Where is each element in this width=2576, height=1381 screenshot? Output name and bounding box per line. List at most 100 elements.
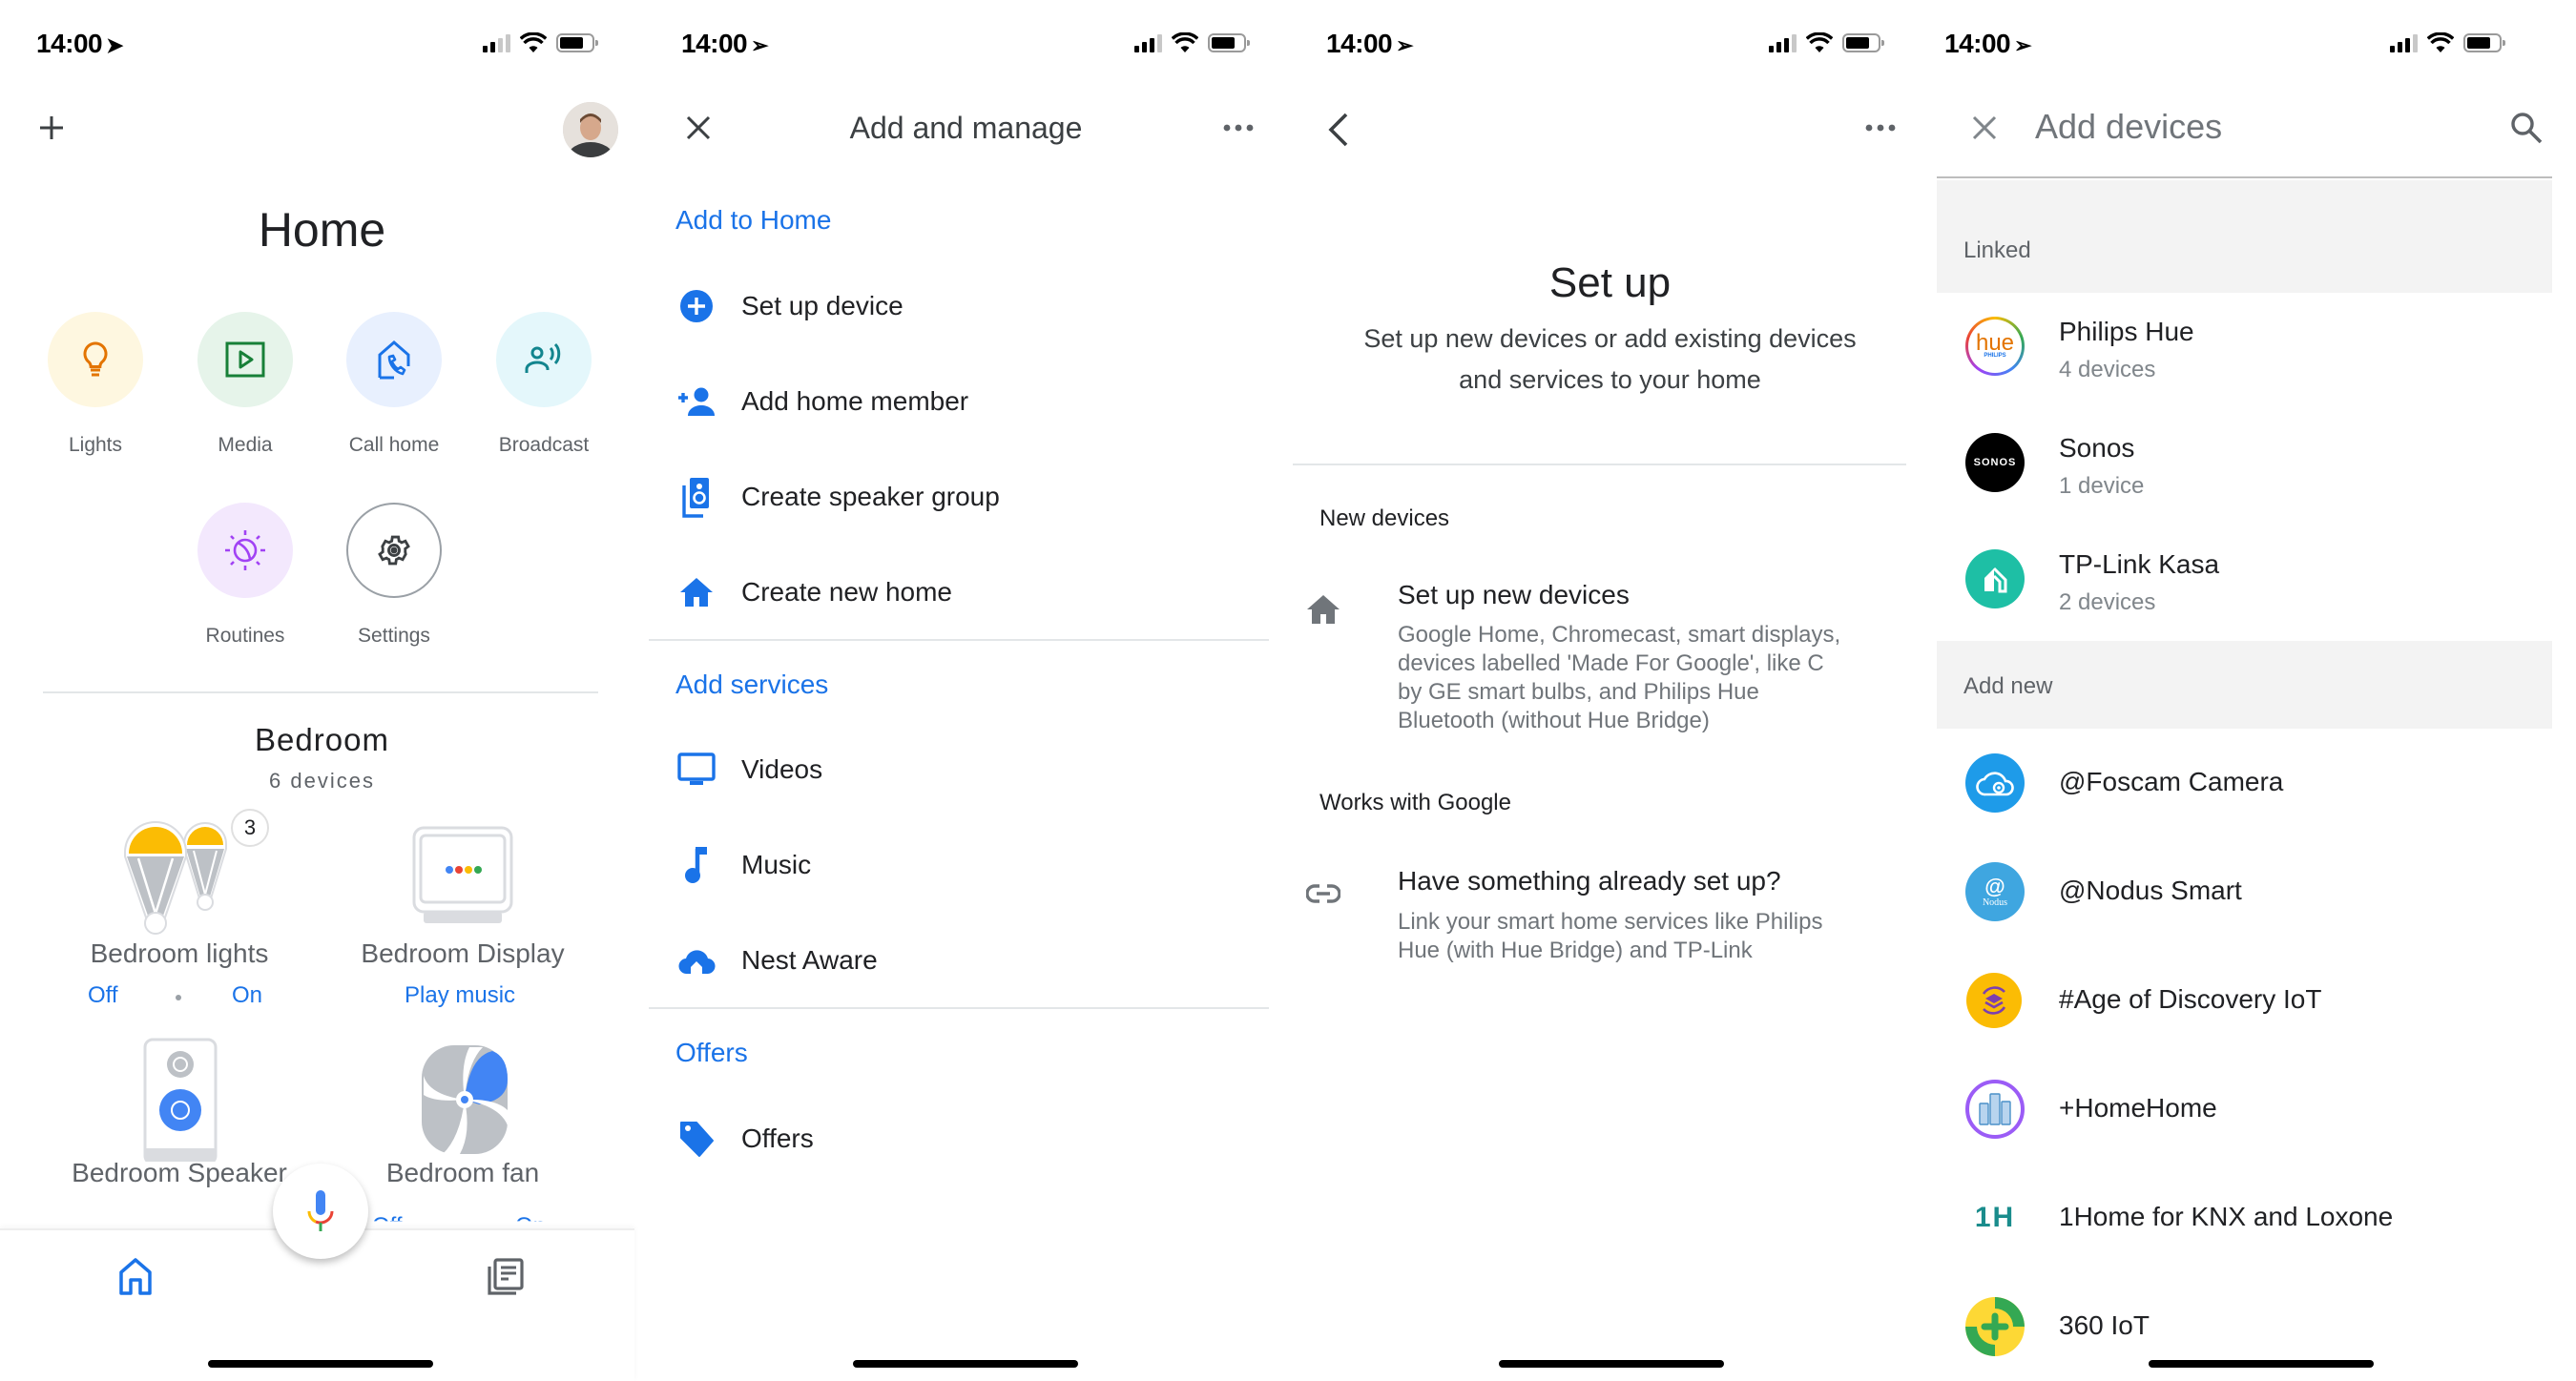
quick-action-call-home[interactable]: Call home	[346, 312, 442, 457]
nest-aware-icon	[678, 950, 716, 975]
link-existing-item[interactable]: Have something already set up? Link your…	[1293, 858, 1927, 973]
home-indicator	[208, 1360, 433, 1368]
battery-icon	[556, 33, 598, 52]
age-of-discovery-logo	[1966, 973, 2022, 1028]
divider	[649, 1007, 1269, 1009]
wifi-icon	[1806, 32, 1833, 52]
status-time: 14:00 ➤	[36, 29, 124, 58]
menu-item-music[interactable]: Music	[649, 832, 1288, 898]
more-options-button[interactable]	[1221, 120, 1256, 135]
device-label: Bedroom Display	[361, 938, 565, 968]
service-device-count: 1 device	[2059, 473, 2145, 499]
service-name: #Age of Discovery IoT	[2059, 984, 2322, 1014]
device-bedroom-display[interactable]: Bedroom Display	[320, 811, 606, 969]
fan-icon	[422, 1045, 508, 1154]
service-device-count: 2 devices	[2059, 589, 2156, 615]
lights-on-button[interactable]: On	[232, 982, 262, 1009]
section-header-add-to-home: Add to Home	[675, 205, 832, 235]
signal-icon	[1134, 33, 1162, 52]
service-age-of-discovery-iot[interactable]: #Age of Discovery IoT	[1937, 969, 2576, 1055]
menu-item-add-home-member[interactable]: Add home member	[649, 368, 1288, 435]
menu-item-label: Set up device	[741, 291, 904, 320]
music-note-icon	[685, 847, 707, 883]
section-header-linked: Linked	[1937, 180, 2552, 293]
quick-action-label: Routines	[205, 625, 285, 647]
linked-service-philips-hue[interactable]: hue PHILIPS Philips Hue 4 devices	[1937, 305, 2576, 410]
menu-item-offers[interactable]: Offers	[649, 1105, 1288, 1172]
add-button[interactable]	[34, 111, 69, 145]
screen-title: Add devices	[2035, 107, 2223, 146]
status-icons	[1769, 32, 1884, 53]
item-desc-line: Hue (with Hue Bridge) and TP-Link	[1398, 938, 1753, 963]
menu-item-create-speaker-group[interactable]: Create speaker group	[649, 464, 1288, 530]
device-bedroom-fan[interactable]: Bedroom fan	[320, 1038, 606, 1188]
device-label: Bedroom lights	[90, 938, 269, 968]
play-music-button[interactable]: Play music	[405, 982, 515, 1009]
lights-off-button[interactable]: Off	[88, 982, 118, 1009]
service-name: TP-Link Kasa	[2059, 549, 2220, 579]
menu-item-label: Create speaker group	[741, 482, 1000, 511]
plus-icon	[40, 116, 63, 139]
set-up-new-devices-item[interactable]: Set up new devices Google Home, Chromeca…	[1293, 572, 1927, 744]
page-title: Set up	[1548, 259, 1672, 306]
menu-item-create-new-home[interactable]: Create new home	[649, 559, 1288, 626]
nodus-logo: @ Nodus	[1965, 862, 2025, 921]
broadcast-icon	[525, 342, 561, 373]
section-header-offers: Offers	[675, 1038, 748, 1067]
item-desc-line: Bluetooth (without Hue Bridge)	[1398, 708, 1710, 733]
menu-item-nest-aware[interactable]: Nest Aware	[649, 927, 1288, 994]
device-bedroom-lights[interactable]: 3 Bedroom lights	[36, 809, 322, 969]
quick-action-settings[interactable]: Settings	[346, 503, 442, 648]
section-header-works-with-google: Works with Google	[1319, 790, 1511, 815]
signal-icon	[483, 33, 510, 52]
call-home-icon	[378, 340, 410, 380]
quick-action-broadcast[interactable]: Broadcast	[496, 312, 592, 457]
tag-icon	[680, 1122, 714, 1157]
service-name: 1Home for KNX and Loxone	[2059, 1202, 2394, 1231]
device-label: Bedroom fan	[385, 1158, 540, 1187]
section-header-add-new: Add new	[1937, 641, 2552, 729]
menu-item-set-up-device[interactable]: Set up device	[649, 273, 1288, 340]
menu-item-videos[interactable]: Videos	[649, 736, 1288, 803]
more-horizontal-icon	[1865, 124, 1896, 132]
service-name: Philips Hue	[2059, 317, 2194, 346]
linked-service-sonos[interactable]: SONOS Sonos 1 device	[1937, 422, 2576, 526]
feed-tab[interactable]	[487, 1257, 525, 1297]
item-desc-line: devices labelled 'Made For Google', like…	[1398, 650, 1824, 676]
screen-title: Add and manage	[849, 111, 1083, 145]
page-subtitle-line1: Set up new devices or add existing devic…	[1363, 324, 1857, 353]
location-arrow-icon: ➢	[1396, 33, 1414, 57]
service-homehome[interactable]: +HomeHome	[1937, 1078, 2576, 1164]
more-options-button[interactable]	[1863, 120, 1898, 135]
set-up-screen: 14:00 ➢ Set up Set up new devices or add …	[1293, 0, 1934, 1381]
service-360-iot[interactable]: 360 IoT	[1937, 1295, 2576, 1381]
search-icon	[2511, 113, 2543, 144]
close-button[interactable]	[1971, 114, 1998, 141]
divider	[1293, 464, 1906, 465]
item-title: Set up new devices	[1398, 580, 1630, 609]
page-title: Home	[258, 203, 386, 257]
divider	[649, 639, 1269, 641]
service-1home-knx-loxone[interactable]: 1H 1Home for KNX and Loxone	[1937, 1186, 2576, 1272]
avatar[interactable]	[563, 102, 618, 157]
device-badge: 3	[231, 809, 269, 847]
service-foscam-camera[interactable]: @Foscam Camera	[1937, 752, 2576, 837]
voice-assistant-button[interactable]	[273, 1164, 368, 1259]
home-tab[interactable]	[118, 1257, 153, 1295]
quick-action-routines[interactable]: Routines	[197, 503, 293, 648]
item-desc-line: Link your smart home services like Phili…	[1398, 909, 1823, 935]
back-button[interactable]	[1325, 111, 1352, 149]
close-icon	[1972, 115, 1997, 140]
menu-item-label: Add home member	[741, 386, 969, 416]
header-bar	[1937, 0, 2552, 178]
section-header-new-devices: New devices	[1319, 505, 1450, 531]
avatar-photo	[563, 102, 618, 157]
linked-service-tp-link-kasa[interactable]: TP-Link Kasa 2 devices	[1937, 538, 2576, 643]
quick-action-media[interactable]: Media	[197, 312, 293, 457]
quick-action-lights[interactable]: Lights	[48, 312, 143, 457]
feed-icon	[488, 1258, 524, 1295]
location-arrow-icon: ➤	[106, 33, 124, 57]
search-button[interactable]	[2509, 111, 2544, 145]
service-nodus-smart[interactable]: @ Nodus @Nodus Smart	[1937, 860, 2576, 946]
device-bedroom-speaker[interactable]: Bedroom Speaker	[36, 1038, 322, 1188]
